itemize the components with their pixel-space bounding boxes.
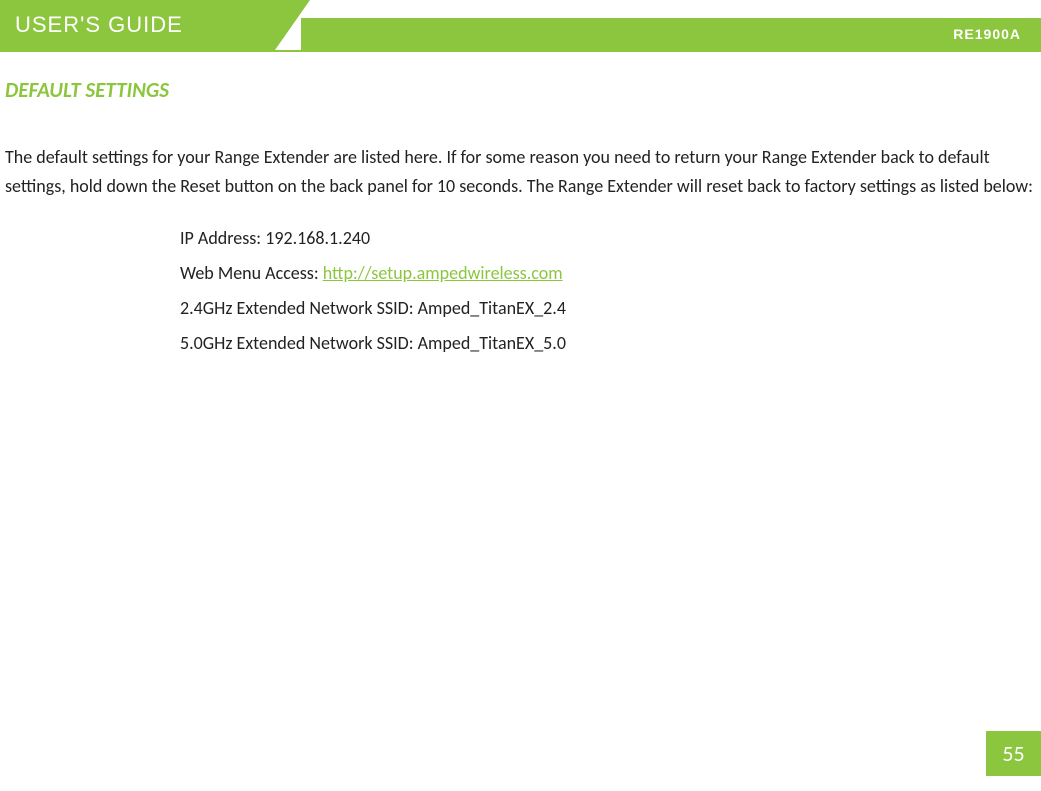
ssid-50ghz-label: 5.0GHz Extended Network SSID: xyxy=(180,332,418,354)
page-number-box: 55 xyxy=(986,731,1041,776)
ip-address-label: IP Address: xyxy=(180,227,265,249)
ssid-50ghz-value: Amped_TitanEX_5.0 xyxy=(418,332,566,354)
model-number: RE1900A xyxy=(953,26,1021,42)
ip-address-value: 192.168.1.240 xyxy=(265,227,370,249)
page-number: 55 xyxy=(1002,740,1024,767)
section-title: DEFAULT SETTINGS xyxy=(5,77,1036,103)
web-menu-link[interactable]: http://setup.ampedwireless.com xyxy=(323,262,563,284)
document-header: USER'S GUIDE RE1900A xyxy=(0,0,1041,52)
ip-address-row: IP Address: 192.168.1.240 xyxy=(180,221,1036,256)
ssid-24ghz-value: Amped_TitanEX_2.4 xyxy=(418,297,566,319)
settings-list: IP Address: 192.168.1.240 Web Menu Acces… xyxy=(5,221,1036,361)
ssid-24ghz-row: 2.4GHz Extended Network SSID: Amped_Tita… xyxy=(180,291,1036,326)
guide-title: USER'S GUIDE xyxy=(15,12,183,38)
page-content: DEFAULT SETTINGS The default settings fo… xyxy=(0,52,1041,361)
header-title-container: USER'S GUIDE xyxy=(0,0,275,50)
web-menu-label: Web Menu Access: xyxy=(180,262,323,284)
header-model-container: RE1900A xyxy=(301,18,1041,50)
ssid-50ghz-row: 5.0GHz Extended Network SSID: Amped_Tita… xyxy=(180,326,1036,361)
ssid-24ghz-label: 2.4GHz Extended Network SSID: xyxy=(180,297,418,319)
web-menu-row: Web Menu Access: http://setup.ampedwirel… xyxy=(180,256,1036,291)
intro-paragraph: The default settings for your Range Exte… xyxy=(5,143,1036,201)
